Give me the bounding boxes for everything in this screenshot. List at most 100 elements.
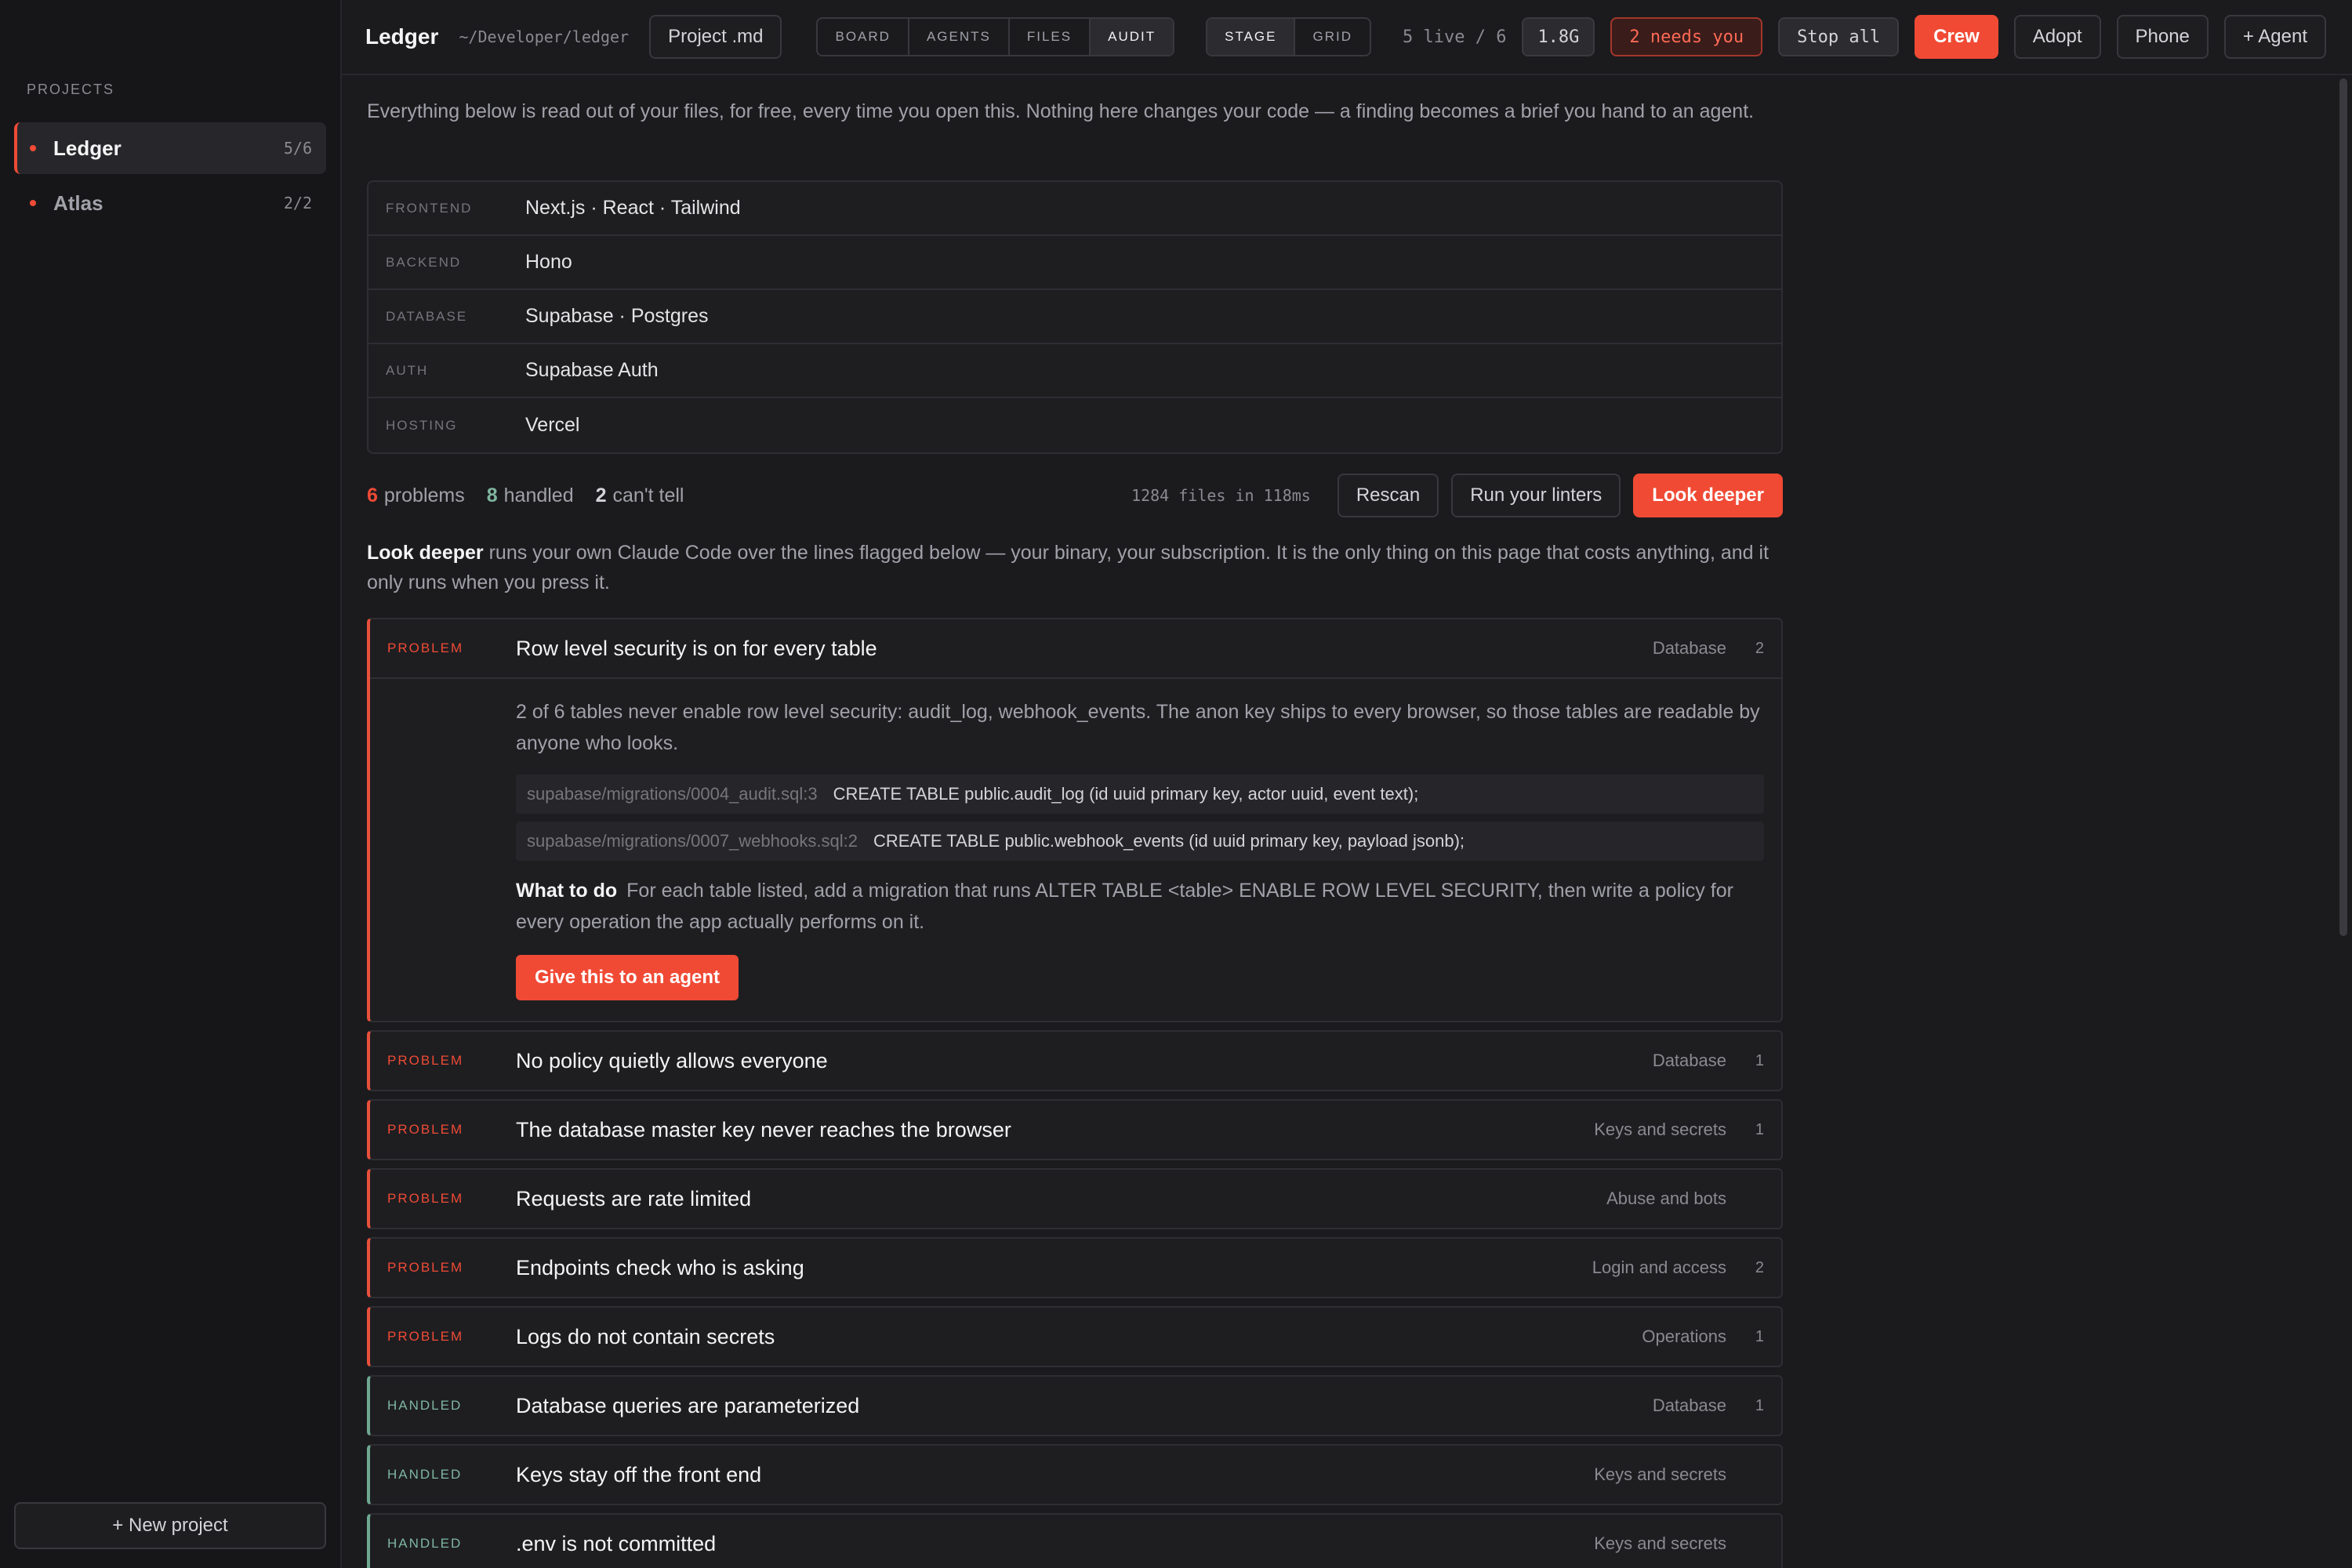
- problems-label: problems: [383, 484, 465, 506]
- finding-status: PROBLEM: [387, 641, 464, 655]
- layout-switcher: STAGE GRID: [1206, 17, 1371, 56]
- stop-all-button[interactable]: Stop all: [1778, 17, 1900, 56]
- finding-header: PROBLEM Requests are rate limited Abuse …: [370, 1170, 1781, 1228]
- code-reference[interactable]: supabase/migrations/0004_audit.sql:3 CRE…: [516, 775, 1764, 814]
- layout-stage[interactable]: STAGE: [1207, 19, 1296, 55]
- finding-status: HANDLED: [387, 1536, 463, 1551]
- project-md-button[interactable]: Project .md: [649, 15, 782, 59]
- finding-title: Keys stay off the front end: [516, 1462, 762, 1486]
- finding-status: PROBLEM: [387, 1122, 464, 1137]
- scrollbar-thumb[interactable]: [2339, 78, 2347, 936]
- finding-status: PROBLEM: [387, 1329, 464, 1344]
- finding-header[interactable]: PROBLEM Row level security is on for eve…: [370, 619, 1781, 677]
- audit-summary: 6 problems 8 handled 2 can't tell 1284 file…: [367, 472, 1783, 519]
- finding-status: PROBLEM: [387, 1191, 464, 1206]
- crew-button[interactable]: Crew: [1915, 15, 1998, 59]
- tab-board[interactable]: BOARD: [818, 19, 909, 55]
- code-path: supabase/migrations/0004_audit.sql:3: [527, 784, 818, 804]
- layout-grid[interactable]: GRID: [1295, 19, 1370, 55]
- give-to-agent-button[interactable]: Give this to an agent: [516, 955, 739, 1000]
- stack-row: HOSTING Vercel: [368, 398, 1781, 452]
- finding-count: 1: [1755, 1051, 1764, 1069]
- look-deeper-button[interactable]: Look deeper: [1633, 474, 1783, 517]
- finding-title: The database master key never reaches th…: [516, 1117, 1011, 1142]
- finding-header: PROBLEM The database master key never re…: [370, 1101, 1781, 1159]
- add-agent-button[interactable]: + Agent: [2223, 15, 2326, 59]
- finding-row[interactable]: HANDLED Database queries are parameteriz…: [367, 1375, 1783, 1436]
- finding-count: 1: [1755, 1396, 1764, 1414]
- stack-row: DATABASE Supabase · Postgres: [368, 290, 1781, 344]
- needs-you-badge[interactable]: 2 needs you: [1610, 17, 1763, 56]
- finding-title: .env is not committed: [516, 1531, 717, 1555]
- live-agents-count: 5 live / 6: [1402, 27, 1507, 47]
- view-switcher: BOARD AGENTS FILES AUDIT: [816, 17, 1175, 56]
- code-path: supabase/migrations/0007_webhooks.sql:2: [527, 831, 858, 851]
- project-title: Ledger: [365, 24, 439, 49]
- finding-category: Keys and secrets: [1594, 1120, 1726, 1139]
- stack-key: BACKEND: [386, 254, 462, 270]
- finding-row[interactable]: PROBLEM Endpoints check who is asking Lo…: [367, 1237, 1783, 1298]
- status-dot-icon: [30, 200, 36, 206]
- adopt-button[interactable]: Adopt: [2013, 15, 2101, 59]
- finding-category: Database: [1652, 1396, 1726, 1415]
- stack-key: FRONTEND: [386, 200, 473, 216]
- finding-row[interactable]: HANDLED .env is not committed Keys and s…: [367, 1513, 1783, 1568]
- handled-count: 8: [486, 484, 498, 506]
- cant-tell-stat[interactable]: 2 can't tell: [596, 485, 684, 507]
- project-item-ledger[interactable]: Ledger 5/6: [14, 122, 326, 174]
- cant-tell-label: can't tell: [612, 484, 684, 506]
- problems-stat[interactable]: 6 problems: [367, 485, 465, 507]
- stack-key: DATABASE: [386, 308, 468, 324]
- status-dot-icon: [30, 145, 36, 151]
- finding-title: Logs do not contain secrets: [516, 1324, 775, 1348]
- findings-list: PROBLEM Row level security is on for eve…: [367, 618, 1783, 1568]
- phone-button[interactable]: Phone: [2116, 15, 2209, 59]
- handled-stat[interactable]: 8 handled: [487, 485, 574, 507]
- finding-row[interactable]: PROBLEM Logs do not contain secrets Oper…: [367, 1306, 1783, 1367]
- finding-title: No policy quietly allows everyone: [516, 1048, 828, 1073]
- finding-row[interactable]: HANDLED Keys stay off the front end Keys…: [367, 1444, 1783, 1505]
- finding-title: Database queries are parameterized: [516, 1393, 860, 1417]
- finding-row[interactable]: PROBLEM The database master key never re…: [367, 1099, 1783, 1160]
- stack-value: Vercel: [525, 414, 580, 436]
- tab-files[interactable]: FILES: [1010, 19, 1091, 55]
- finding-header: HANDLED .env is not committed Keys and s…: [370, 1515, 1781, 1568]
- sidebar: PROJECTS Ledger 5/6 Atlas 2/2 + New proj…: [0, 0, 342, 1568]
- finding-card-expanded: PROBLEM Row level security is on for eve…: [367, 618, 1783, 1022]
- stack-value: Supabase Auth: [525, 359, 659, 381]
- finding-category: Operations: [1642, 1327, 1726, 1346]
- what-to-do-label: What to do: [516, 880, 618, 902]
- finding-header: HANDLED Database queries are parameteriz…: [370, 1377, 1781, 1435]
- what-to-do-text: For each table listed, add a migration t…: [516, 880, 1733, 933]
- finding-status: HANDLED: [387, 1398, 463, 1413]
- project-name: Atlas: [53, 191, 103, 215]
- finding-row[interactable]: PROBLEM Requests are rate limited Abuse …: [367, 1168, 1783, 1229]
- rescan-button[interactable]: Rescan: [1337, 474, 1439, 517]
- finding-category: Abuse and bots: [1606, 1189, 1726, 1208]
- finding-title: Row level security is on for every table: [516, 636, 877, 660]
- problems-count: 6: [367, 484, 378, 506]
- handled-label: handled: [503, 484, 574, 506]
- cant-tell-count: 2: [595, 484, 607, 506]
- audit-intro: Everything below is read out of your fil…: [367, 100, 1755, 122]
- project-item-atlas[interactable]: Atlas 2/2: [14, 177, 326, 229]
- run-linters-button[interactable]: Run your linters: [1451, 474, 1621, 517]
- finding-category: Database: [1652, 638, 1726, 658]
- new-project-button[interactable]: + New project: [14, 1502, 326, 1549]
- finding-count: 1: [1755, 1120, 1764, 1138]
- finding-row[interactable]: PROBLEM No policy quietly allows everyon…: [367, 1030, 1783, 1091]
- finding-count: 1: [1755, 1327, 1764, 1345]
- memory-badge: 1.8G: [1522, 17, 1595, 56]
- finding-category: Login and access: [1592, 1258, 1726, 1277]
- stack-row: AUTH Supabase Auth: [368, 344, 1781, 398]
- finding-status: PROBLEM: [387, 1053, 464, 1068]
- finding-count: 2: [1755, 639, 1764, 657]
- tab-audit[interactable]: AUDIT: [1091, 19, 1174, 55]
- what-to-do: What to do For each table listed, add a m…: [516, 875, 1764, 938]
- finding-header: PROBLEM Endpoints check who is asking Lo…: [370, 1239, 1781, 1297]
- finding-header: PROBLEM No policy quietly allows everyon…: [370, 1032, 1781, 1090]
- tab-agents[interactable]: AGENTS: [909, 19, 1010, 55]
- stack-value: Next.js · React · Tailwind: [525, 197, 741, 219]
- stack-value: Hono: [525, 251, 572, 273]
- code-reference[interactable]: supabase/migrations/0007_webhooks.sql:2 …: [516, 822, 1764, 861]
